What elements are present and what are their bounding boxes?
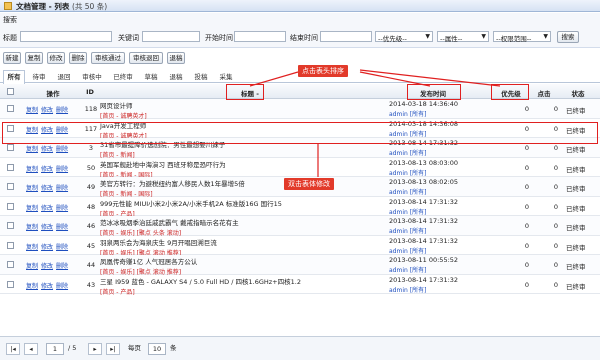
arrow-to-title	[249, 71, 299, 87]
annotation-arrows	[249, 69, 501, 177]
arrow-to-priority	[359, 69, 501, 87]
